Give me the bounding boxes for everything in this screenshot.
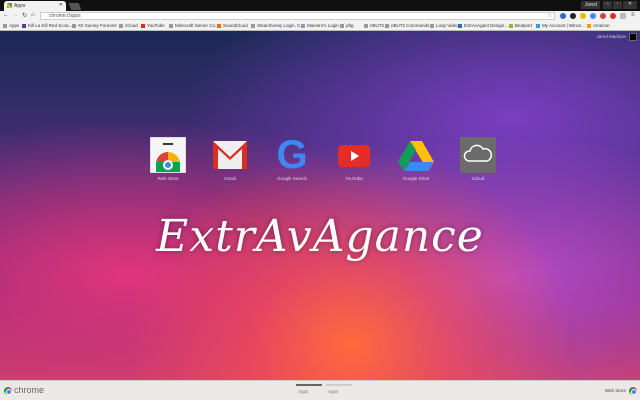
bookmark-item[interactable]: Apps	[3, 23, 19, 28]
adblock-extension-icon[interactable]	[610, 13, 616, 19]
app-icloud[interactable]: iCloud	[458, 137, 498, 181]
chrome-logo-icon	[4, 387, 12, 395]
gmail-icon	[212, 137, 248, 173]
user-name: Jared Madison	[596, 34, 626, 39]
bookmark-item[interactable]: pftg	[340, 23, 354, 28]
bookmark-item[interactable]: iCloud	[119, 23, 138, 28]
web-store-icon[interactable]	[629, 387, 637, 395]
bookmark-item[interactable]: Maestro's Login	[301, 23, 339, 28]
app-google-search[interactable]: G Google Search	[272, 133, 312, 181]
tab-title: Apps	[14, 3, 26, 9]
app-label: iCloud	[471, 176, 485, 181]
bookmark-item[interactable]: Steamhoney Login, C...	[251, 23, 304, 28]
bookmarks-bar: Apps Kill La Kill Red Scoa... XII Survey…	[0, 21, 640, 31]
app-youtube[interactable]: YouTube	[334, 137, 374, 181]
maximize-button[interactable]: ▫	[613, 1, 622, 9]
minimize-button[interactable]: –	[603, 1, 612, 9]
translate-extension-icon[interactable]	[590, 13, 596, 19]
bookmark-star-icon[interactable]: ☆	[547, 12, 552, 19]
bookmark-item[interactable]: nBUT2 Commands	[385, 23, 429, 28]
globe-extension-icon[interactable]	[560, 13, 566, 19]
app-gmail[interactable]: Gmail	[210, 137, 250, 181]
close-tab-icon[interactable]: ✕	[59, 2, 63, 8]
chat-extension-icon[interactable]	[620, 13, 626, 19]
bookmark-item[interactable]: nBUT2	[364, 23, 384, 28]
tab-apps[interactable]: Apps ✕	[4, 1, 66, 11]
app-web-store[interactable]: Web Store	[148, 137, 188, 181]
bookmark-item[interactable]: YouTube	[141, 23, 165, 28]
profile-button[interactable]: Jared	[581, 1, 600, 9]
bookmark-item[interactable]: Kill La Kill Red Scoa...	[22, 23, 72, 28]
apps-icon	[7, 3, 12, 8]
new-tab-button[interactable]	[68, 3, 82, 10]
reload-icon[interactable]: ↻	[22, 12, 27, 19]
home-icon[interactable]: ⌂	[31, 12, 35, 18]
avatar[interactable]	[629, 33, 637, 41]
bookmark-item[interactable]: Loop Video	[430, 23, 459, 28]
bookmark-item[interactable]: SoundCloud	[217, 23, 248, 28]
toolbar: ← → ↻ ⌂ chrome://apps ☆ ≡	[0, 11, 640, 21]
google-g-icon: G	[276, 133, 308, 177]
google-drive-icon	[398, 137, 434, 173]
new-tab-page: Jared Madison Web Store Gmail G Google S…	[0, 31, 640, 380]
forward-icon[interactable]: →	[12, 12, 18, 18]
bookmark-item[interactable]: Minecraft Server Co...	[169, 23, 219, 28]
bottom-bar: chrome Apps Apps Web Store	[0, 380, 640, 400]
app-label: Google Drive	[402, 176, 430, 181]
emoji-extension-icon[interactable]	[580, 13, 586, 19]
bookmark-item[interactable]: My Account | Wincs...	[536, 23, 585, 28]
app-google-drive[interactable]: Google Drive	[396, 137, 436, 181]
app-label: Web Store	[157, 176, 179, 181]
close-window-button[interactable]: ✕	[623, 1, 637, 9]
app-label: Gmail	[224, 176, 236, 181]
web-store-link[interactable]: Web Store	[605, 388, 626, 393]
bookmark-item[interactable]: XII Survey Foreverr	[72, 23, 117, 28]
page-label[interactable]: Apps	[328, 389, 338, 394]
page-label[interactable]: Apps	[298, 389, 308, 394]
page-indicator[interactable]	[326, 384, 352, 386]
back-icon[interactable]: ←	[3, 12, 9, 18]
bookmark-item[interactable]: Amazon	[587, 23, 610, 28]
page-indicator-active[interactable]	[296, 384, 322, 386]
flag-extension-icon[interactable]	[600, 13, 606, 19]
title-bar: Apps ✕ Jared – ▫ ✕	[0, 0, 640, 11]
bookmark-item[interactable]: ExtrAvAgant Design...	[458, 23, 508, 28]
bookmark-item[interactable]: Beatport	[509, 23, 532, 28]
theme-logo-text: ExtrAvAgance	[156, 211, 484, 262]
gear-extension-icon[interactable]	[570, 13, 576, 19]
chrome-brand: chrome	[14, 385, 45, 395]
web-store-icon	[150, 137, 186, 173]
menu-icon[interactable]: ≡	[631, 12, 635, 18]
youtube-icon	[336, 137, 372, 173]
icloud-icon	[460, 137, 496, 173]
app-label: YouTube	[345, 176, 363, 181]
address-bar[interactable]: chrome://apps	[40, 12, 555, 20]
apps-grid: Web Store Gmail G Google Search YouTube …	[148, 133, 498, 181]
